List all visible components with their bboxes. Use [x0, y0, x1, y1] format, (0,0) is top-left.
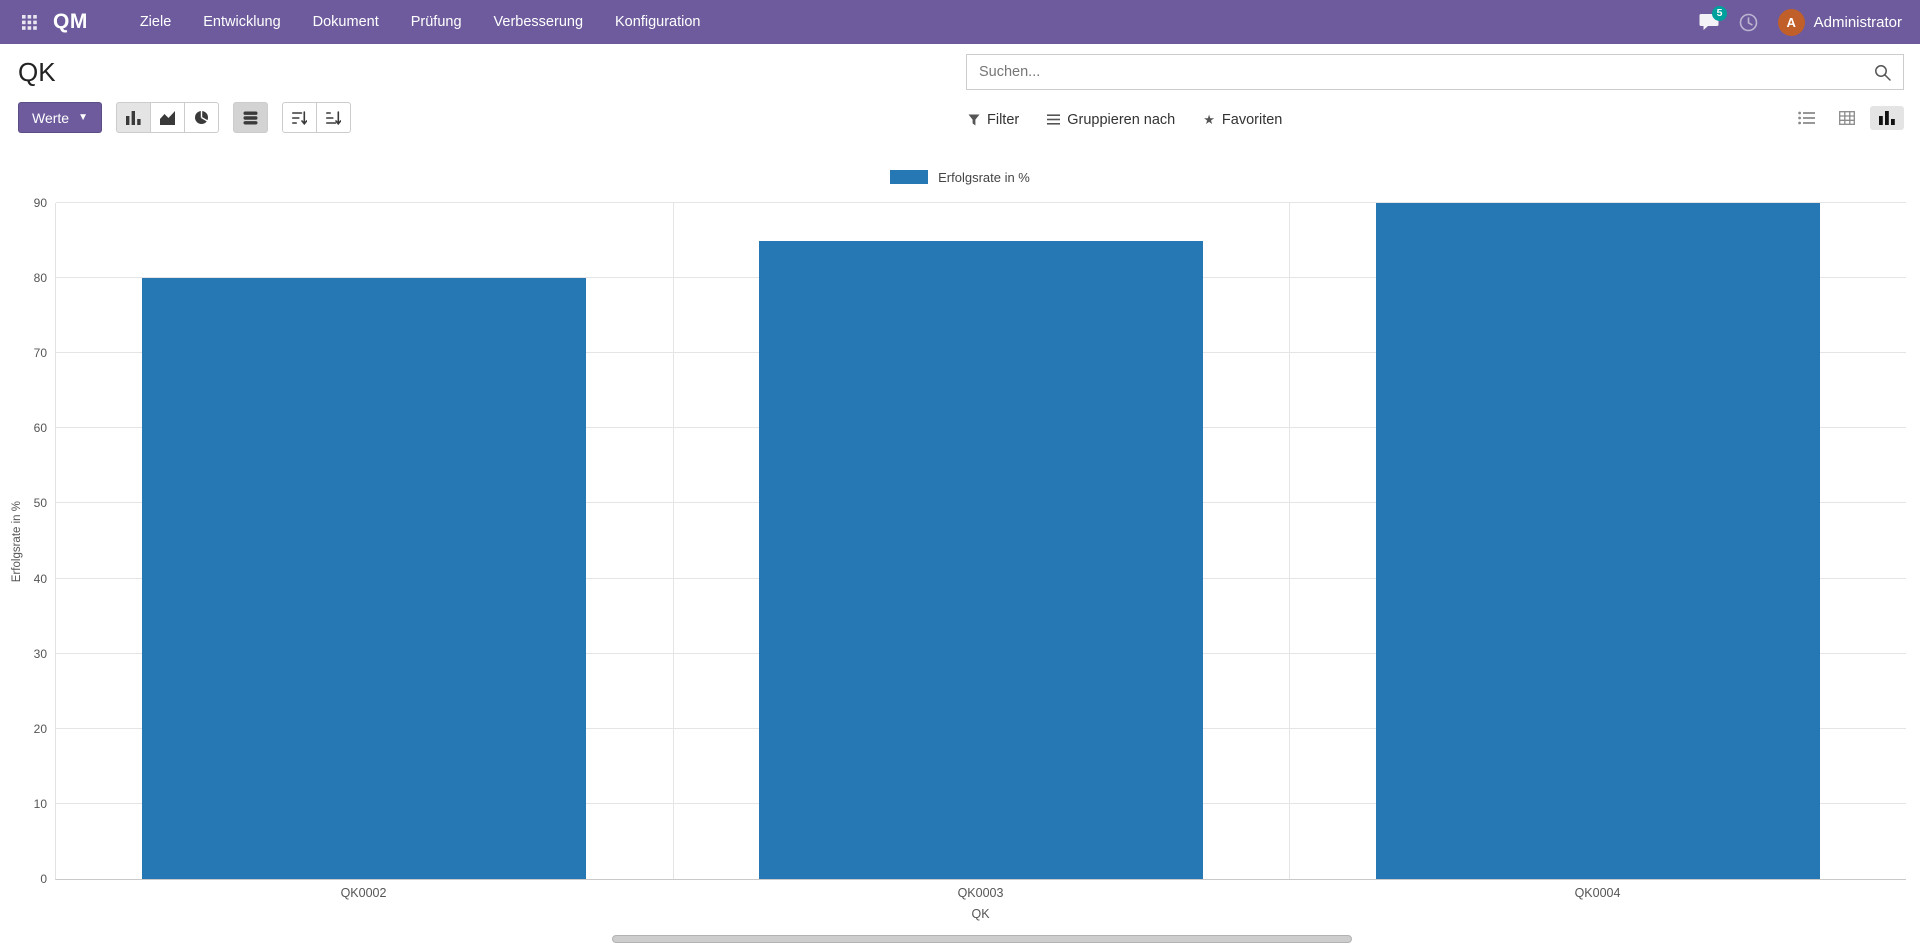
plot-area: 0 10 20 30 40 50 60 70 80 90	[34, 196, 1906, 886]
messages-button[interactable]: 5	[1699, 6, 1728, 31]
y-axis-title-wrap: Erfolgsrate in %	[7, 203, 27, 880]
line-chart-type-button[interactable]	[150, 102, 185, 133]
x-tick-label: QK0002	[340, 886, 387, 900]
chart-type-group	[116, 102, 219, 133]
pivot-view-button[interactable]	[1830, 106, 1864, 130]
filter-button[interactable]: Filter	[968, 112, 1019, 128]
favorites-label: Favoriten	[1221, 111, 1283, 128]
graph-view-button[interactable]	[1870, 105, 1904, 130]
chart-legend[interactable]: Erfolgsrate in %	[0, 167, 1920, 187]
messages-count-badge: 5	[1711, 6, 1728, 21]
sort-asc-icon	[326, 110, 341, 125]
control-panel: QK	[0, 44, 1920, 96]
nav-item-entwicklung[interactable]: Entwicklung	[187, 0, 296, 44]
y-tick-label: 70	[33, 346, 47, 361]
favorites-button[interactable]: ★ Favoriten	[1203, 112, 1282, 128]
y-tick-label: 20	[33, 721, 47, 736]
pie-chart-type-button[interactable]	[184, 102, 219, 133]
pie-chart-icon	[194, 110, 209, 125]
plot-wrap: Erfolgsrate in % 0 10 20 30 40 50 60 70 80 90	[11, 196, 1906, 886]
x-tick-label: QK0004	[1574, 886, 1621, 900]
bar-chart-type-button[interactable]	[116, 102, 151, 133]
pivot-grid-icon	[1839, 110, 1855, 125]
user-menu[interactable]: A Administrator	[1777, 8, 1902, 36]
bars-container	[56, 203, 1906, 879]
sort-descending-button[interactable]	[282, 102, 317, 133]
filter-funnel-icon	[968, 114, 980, 126]
sort-ascending-button[interactable]	[316, 102, 351, 133]
bar-qk0003[interactable]	[759, 240, 1203, 879]
user-name: Administrator	[1813, 13, 1902, 31]
legend-swatch	[890, 170, 929, 184]
nav-item-prfung[interactable]: Prüfung	[395, 0, 478, 44]
groupby-bars-icon	[1047, 114, 1061, 125]
apps-menu-button[interactable]	[18, 11, 41, 34]
app-brand[interactable]: QM	[53, 10, 88, 34]
x-axis-title: QK	[971, 907, 990, 921]
navbar-right: 5 A Administrator	[1699, 6, 1902, 36]
measures-label: Werte	[32, 109, 70, 126]
y-tick-label: 30	[33, 646, 47, 661]
y-tick-label: 10	[33, 796, 47, 811]
graph-toolbar: Werte ▼ Filter Gruppieren nach ★ Favorit…	[0, 96, 1920, 143]
bar-qk0004[interactable]	[1375, 203, 1820, 879]
search-icon[interactable]	[1862, 64, 1903, 81]
graph-view-icon	[1879, 110, 1895, 125]
nav-item-verbesserung[interactable]: Verbesserung	[478, 0, 599, 44]
measures-button[interactable]: Werte ▼	[18, 102, 102, 133]
nav-item-ziele[interactable]: Ziele	[124, 0, 187, 44]
bar-slot	[1289, 203, 1906, 879]
legend-label: Erfolgsrate in %	[938, 169, 1030, 185]
y-tick-label: 40	[33, 571, 47, 586]
nav-item-konfiguration[interactable]: Konfiguration	[599, 0, 716, 44]
stacked-icon	[243, 111, 258, 125]
search-box	[966, 54, 1904, 90]
search-options: Filter Gruppieren nach ★ Favoriten	[968, 112, 1282, 128]
sort-desc-icon	[292, 110, 307, 125]
groupby-label: Gruppieren nach	[1067, 111, 1176, 128]
x-tick-label: QK0003	[957, 886, 1004, 900]
graph-view: Erfolgsrate in % Erfolgsrate in % 0 10 20 3…	[0, 167, 1920, 921]
navbar-menu: Ziele Entwicklung Dokument Prüfung Verbesser…	[124, 0, 717, 44]
area-chart-icon	[160, 110, 175, 125]
y-tick-label: 0	[40, 872, 47, 886]
horizontal-scrollbar-thumb[interactable]	[612, 935, 1352, 943]
stacked-group	[233, 102, 268, 133]
view-switcher	[1789, 105, 1904, 130]
y-tick-label: 60	[33, 421, 47, 436]
navbar: QM Ziele Entwicklung Dokument Prüfung Verbes…	[0, 0, 1920, 44]
clock-icon	[1739, 13, 1758, 32]
y-tick-label: 50	[33, 496, 47, 511]
star-icon: ★	[1203, 112, 1215, 127]
sort-group	[282, 102, 351, 133]
stacked-toggle-button[interactable]	[233, 102, 268, 133]
filter-label: Filter	[987, 111, 1020, 128]
caret-down-icon: ▼	[78, 111, 88, 123]
activities-button[interactable]	[1739, 13, 1758, 32]
y-tick-label: 90	[33, 196, 47, 210]
x-axis-labels: QK0002 QK0003 QK0004	[55, 886, 1906, 900]
avatar: A	[1777, 8, 1805, 36]
bar-qk0002[interactable]	[142, 278, 587, 879]
page-title: QK	[18, 56, 56, 87]
bar-slot	[56, 203, 673, 879]
apps-grid-icon	[22, 14, 37, 30]
search-input[interactable]	[967, 64, 1862, 80]
list-view-icon	[1798, 111, 1815, 125]
list-view-button[interactable]	[1789, 106, 1824, 130]
bar-chart-icon	[126, 110, 141, 125]
bar-slot	[673, 203, 1290, 879]
groupby-button[interactable]: Gruppieren nach	[1047, 112, 1175, 128]
nav-item-dokument[interactable]: Dokument	[297, 0, 395, 44]
y-axis-title: Erfolgsrate in %	[11, 500, 23, 583]
y-tick-label: 80	[33, 271, 47, 286]
